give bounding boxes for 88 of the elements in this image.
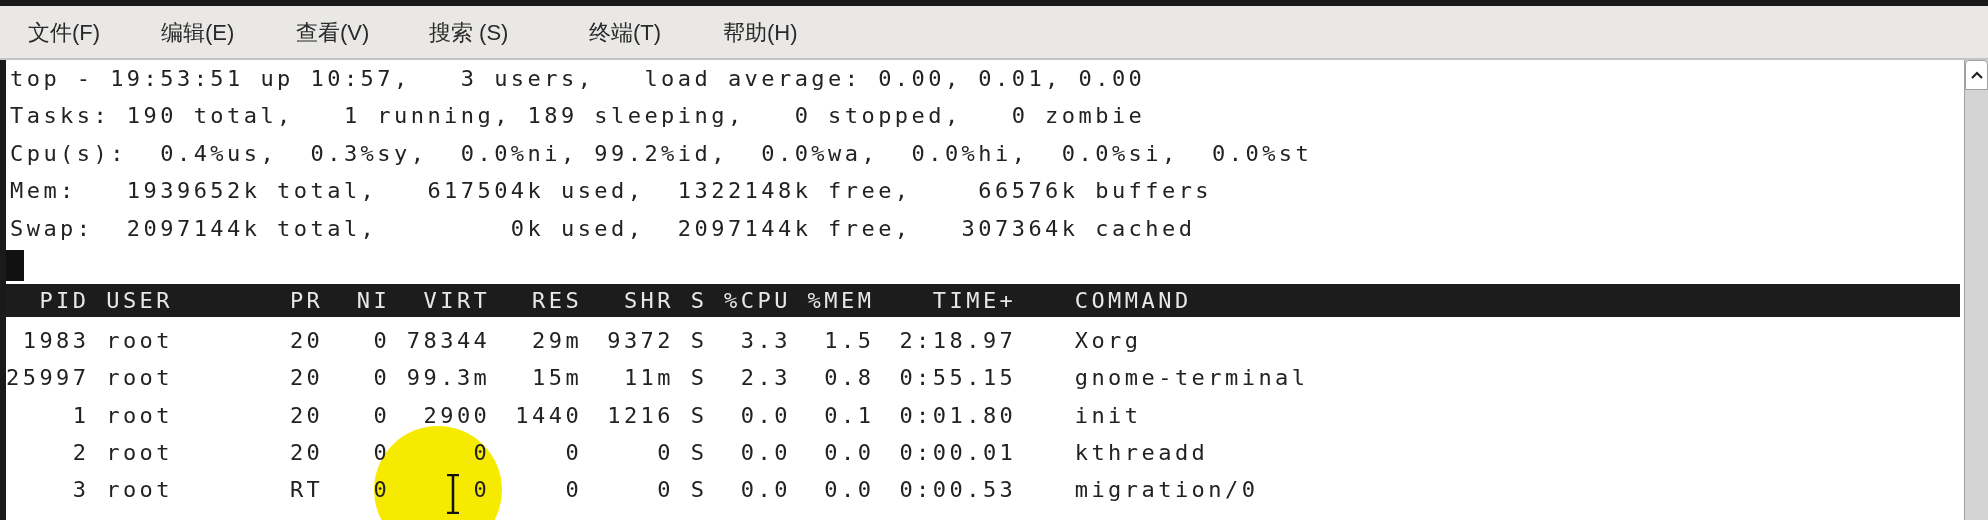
table-cell: 0:00.01 xyxy=(899,440,1017,466)
table-cell: 29m xyxy=(532,327,583,353)
table-cell: 15m xyxy=(532,365,583,391)
table-cell: 0 xyxy=(373,477,391,503)
scroll-up-button[interactable] xyxy=(1965,60,1988,90)
column-header: USER xyxy=(106,288,173,314)
column-header: %CPU xyxy=(724,288,791,314)
column-header: RES xyxy=(532,288,583,314)
table-cell: 0.0 xyxy=(824,440,875,466)
menu-item[interactable]: 编辑(E) xyxy=(159,15,237,49)
table-cell: 0 xyxy=(373,440,391,466)
table-cell: 0 xyxy=(657,477,674,503)
table-cell: 2 xyxy=(72,440,90,466)
table-cell: 0.0 xyxy=(740,402,791,428)
menu-item[interactable]: 终端(T) xyxy=(587,15,664,49)
table-cell: 0 xyxy=(473,440,491,466)
table-cell: 1.5 xyxy=(824,327,875,353)
table-cell: root xyxy=(106,365,173,391)
table-cell: 20 xyxy=(289,402,324,428)
column-header: COMMAND xyxy=(1074,288,1192,314)
table-cell: 3.3 xyxy=(740,327,791,353)
table-cell: 99.3m xyxy=(406,365,491,391)
menu-item[interactable]: 搜索 (S) xyxy=(427,15,511,49)
table-cell: 0 xyxy=(565,477,583,503)
status-line: Cpu(s): 0.4%us, 0.3%sy, 0.0%ni, 99.2%id, 0.0%wa, 0.0%hi, 0.0%si, 0.0%st xyxy=(10,140,1313,166)
table-cell: 11m xyxy=(623,365,674,391)
column-header: S xyxy=(690,288,708,314)
table-cell: 0:00.53 xyxy=(899,477,1017,503)
table-cell: migration/0 xyxy=(1074,477,1259,503)
table-cell: init xyxy=(1074,402,1142,428)
table-cell: 0.0 xyxy=(740,477,791,503)
column-header: PR xyxy=(289,288,324,314)
table-cell: root xyxy=(106,402,173,428)
table-cell: gnome-terminal xyxy=(1074,365,1309,391)
scrollbar-track[interactable] xyxy=(1964,60,1988,520)
menu-item[interactable]: 帮助(H) xyxy=(721,15,800,49)
table-cell: 0:01.80 xyxy=(899,402,1017,428)
table-cell: 0 xyxy=(373,365,391,391)
table-cell: 0:55.15 xyxy=(899,365,1017,391)
table-cell: 0.1 xyxy=(824,402,875,428)
table-cell: 0 xyxy=(565,440,583,466)
table-cell: root xyxy=(106,477,173,503)
table-cell: 1983 xyxy=(22,327,90,353)
table-cell: 0.0 xyxy=(740,440,791,466)
table-cell: 9372 xyxy=(607,327,674,353)
table-cell: 1216 xyxy=(607,402,674,428)
table-cell: Xorg xyxy=(1074,327,1142,353)
table-cell: S xyxy=(690,440,708,466)
text-cursor xyxy=(6,250,24,282)
status-line: Swap: 2097144k total, 0k used, 2097144k free, 307364k cached xyxy=(10,215,1196,241)
caret-up-icon xyxy=(1970,71,1983,79)
table-cell: 20 xyxy=(289,440,324,466)
table-cell: 0 xyxy=(657,440,674,466)
column-header: TIME+ xyxy=(932,288,1017,314)
table-cell: root xyxy=(106,327,173,353)
menu-item[interactable]: 查看(V) xyxy=(294,15,372,49)
status-line: Mem: 1939652k total, 617504k used, 1322148k free, 66576k buffers xyxy=(10,178,1213,204)
table-cell: 1 xyxy=(72,402,90,428)
menu-item[interactable]: 文件(F) xyxy=(26,15,103,49)
table-cell: 2:18.97 xyxy=(899,327,1017,353)
table-cell: 3 xyxy=(72,477,90,503)
column-header: SHR xyxy=(623,288,674,314)
table-cell: 20 xyxy=(289,327,324,353)
table-cell: kthreadd xyxy=(1074,440,1209,466)
column-header: NI xyxy=(356,288,391,314)
table-cell: 0.8 xyxy=(824,365,875,391)
table-cell: S xyxy=(690,365,708,391)
table-cell: S xyxy=(690,402,708,428)
table-cell: 0 xyxy=(373,402,391,428)
table-cell: 25997 xyxy=(6,365,90,391)
table-cell: RT xyxy=(289,477,324,503)
table-cell: 2900 xyxy=(423,402,491,428)
i-beam-cursor-icon xyxy=(446,474,460,514)
table-cell: 0 xyxy=(373,327,391,353)
column-header: PID xyxy=(39,288,90,314)
table-cell: 0.0 xyxy=(824,477,875,503)
status-line: Tasks: 190 total, 1 running, 189 sleeping, 0 stopped, 0 zombie xyxy=(10,103,1146,129)
table-cell: 20 xyxy=(289,365,324,391)
table-cell: 2.3 xyxy=(740,365,791,391)
table-cell: S xyxy=(690,477,708,503)
table-cell: S xyxy=(690,327,708,353)
column-header: VIRT xyxy=(423,288,491,314)
table-cell: 1440 xyxy=(515,402,583,428)
column-header: %MEM xyxy=(807,288,875,314)
table-cell: root xyxy=(106,440,173,466)
table-cell: 0 xyxy=(473,477,491,503)
status-line: top - 19:53:51 up 10:57, 3 users, load average: 0.00, 0.01, 0.00 xyxy=(10,66,1146,91)
table-cell: 78344 xyxy=(406,327,491,353)
